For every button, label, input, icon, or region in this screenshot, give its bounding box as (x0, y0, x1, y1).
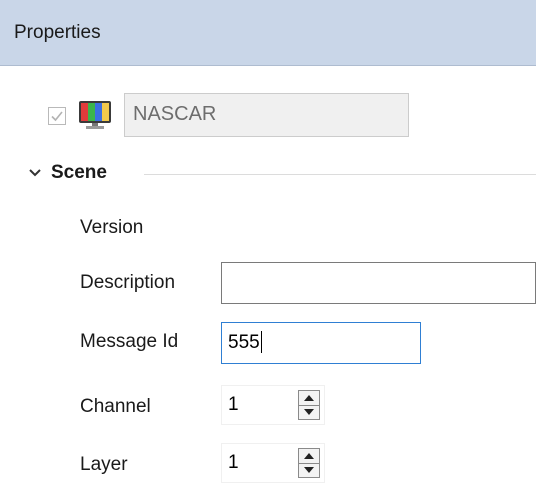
channel-decrement-button[interactable] (299, 405, 319, 419)
panel-title: Properties (14, 22, 101, 43)
layer-spin-buttons[interactable] (298, 448, 320, 478)
layer-increment-button[interactable] (299, 449, 319, 464)
check-icon (51, 111, 63, 122)
layer-value: 1 (228, 452, 239, 473)
arrow-up-icon (304, 395, 314, 401)
object-enabled-checkbox[interactable] (48, 107, 66, 125)
layer-spinner[interactable]: 1 (221, 443, 325, 483)
arrow-down-icon (304, 467, 314, 473)
chevron-down-icon[interactable] (28, 166, 42, 180)
channel-value: 1 (228, 394, 239, 415)
description-input[interactable] (221, 262, 536, 304)
channel-increment-button[interactable] (299, 391, 319, 406)
section-divider (144, 174, 536, 175)
arrow-down-icon (304, 409, 314, 415)
message-id-input[interactable]: 555 (221, 322, 421, 364)
message-id-label: Message Id (80, 331, 179, 352)
scene-section-header[interactable]: Scene (0, 160, 536, 190)
monitor-icon (79, 101, 111, 129)
channel-spin-buttons[interactable] (298, 390, 320, 420)
properties-title-bar: Properties (0, 0, 536, 66)
arrow-up-icon (304, 453, 314, 459)
message-id-value: 555 (228, 332, 260, 353)
text-caret (260, 331, 262, 353)
scene-section-label: Scene (51, 162, 107, 183)
channel-label: Channel (80, 396, 151, 417)
object-name-field[interactable]: NASCAR (124, 93, 409, 137)
channel-spinner[interactable]: 1 (221, 385, 325, 425)
layer-decrement-button[interactable] (299, 463, 319, 477)
description-label: Description (80, 272, 176, 293)
version-label: Version (80, 217, 144, 238)
layer-label: Layer (80, 454, 128, 475)
